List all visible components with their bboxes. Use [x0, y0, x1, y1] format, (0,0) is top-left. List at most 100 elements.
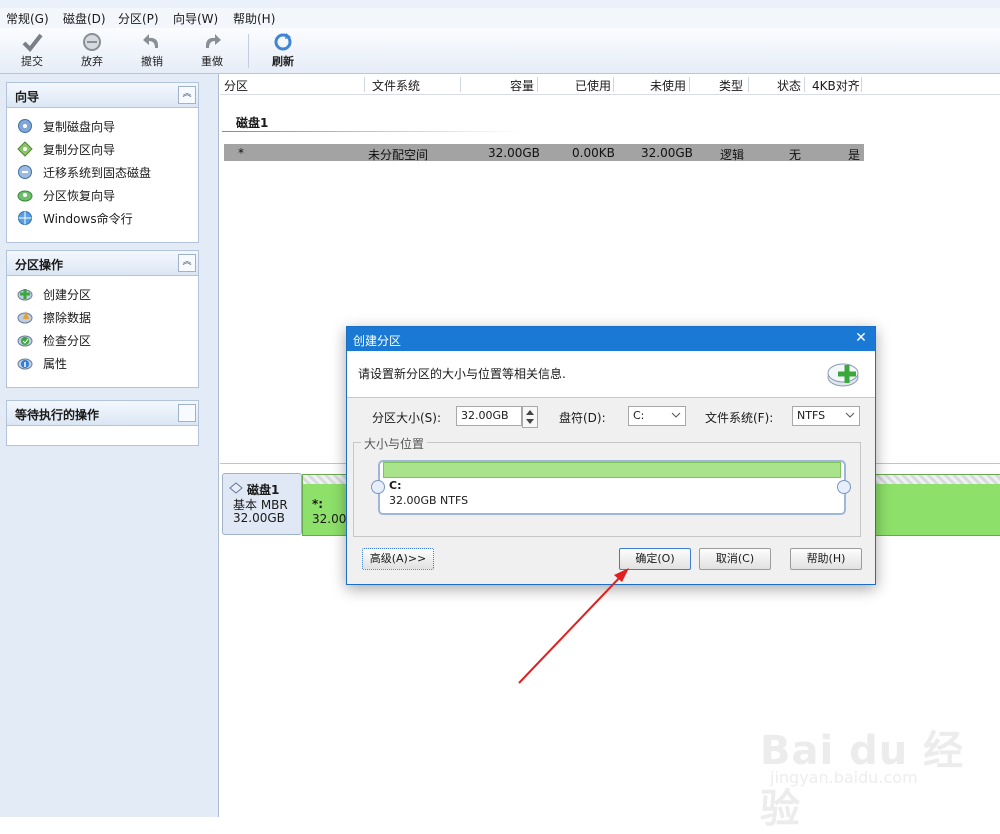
- column-divider: [689, 77, 690, 92]
- undo-label: 撤销: [141, 55, 163, 68]
- cancel-button[interactable]: 取消(C): [699, 548, 771, 570]
- col-4k-align[interactable]: 4KB对齐: [812, 77, 860, 94]
- redo-label: 重做: [201, 55, 223, 68]
- redo-icon: [205, 34, 221, 48]
- collapse-icon[interactable]: [178, 404, 196, 422]
- size-label: 分区大小(S):: [372, 411, 442, 425]
- partition-name: C:: [389, 479, 402, 492]
- toolbar: 提交 放弃 撤销 重做 刷新: [0, 28, 1000, 74]
- partition-fill-bar: [383, 462, 841, 478]
- copy-disk-icon: [18, 119, 32, 133]
- undo-icon: [143, 34, 159, 48]
- check-partition-icon: [17, 335, 33, 347]
- wizard-partition-recovery-label: 分区恢复向导: [43, 189, 116, 203]
- cell-type: 逻辑: [720, 148, 745, 162]
- discard-icon: [83, 33, 101, 51]
- cell-capacity: 32.00GB: [488, 146, 540, 160]
- op-create-partition-label: 创建分区: [43, 288, 92, 302]
- size-value: 32.00GB: [461, 409, 509, 422]
- col-partition[interactable]: 分区: [224, 77, 248, 94]
- wizard-panel-title: 向导: [15, 90, 40, 104]
- table-row[interactable]: * 未分配空间 32.00GB 0.00KB 32.00GB 逻辑 无 是: [224, 144, 864, 162]
- col-type[interactable]: 类型: [719, 77, 743, 94]
- refresh-icon: [274, 33, 292, 51]
- wizard-migrate-ssd-label: 迁移系统到固态磁盘: [43, 166, 152, 180]
- menu-help[interactable]: 帮助(H): [233, 10, 275, 27]
- col-filesystem[interactable]: 文件系统: [372, 77, 420, 94]
- cell-used: 0.00KB: [572, 146, 615, 160]
- commit-label: 提交: [21, 55, 43, 68]
- size-input[interactable]: 32.00GB: [456, 406, 522, 426]
- dialog-banner: 请设置新分区的大小与位置等相关信息.: [347, 351, 875, 398]
- cell-status: 无: [789, 148, 802, 162]
- disk-size: 32.00GB: [233, 511, 285, 525]
- op-check-partition-label: 检查分区: [43, 334, 92, 348]
- partition-ops-panel-title: 分区操作: [15, 258, 64, 272]
- chevron-down-icon: [845, 412, 855, 418]
- op-wipe-data-label: 擦除数据: [43, 311, 92, 325]
- menu-wizard[interactable]: 向导(W): [173, 10, 218, 27]
- dialog-title-bar[interactable]: 创建分区 ✕: [347, 327, 875, 351]
- col-capacity[interactable]: 容量: [510, 77, 534, 94]
- menu-disk[interactable]: 磁盘(D): [63, 10, 106, 27]
- wizard-copy-disk-label: 复制磁盘向导: [43, 120, 116, 134]
- column-divider: [537, 77, 538, 92]
- filesystem-label: 文件系统(F):: [705, 411, 774, 425]
- op-properties-label: 属性: [43, 357, 68, 371]
- disk-info-card[interactable]: 磁盘1 基本 MBR 32.00GB: [222, 473, 302, 535]
- close-icon[interactable]: ✕: [853, 330, 869, 346]
- column-divider: [861, 77, 862, 92]
- menu-general[interactable]: 常规(G): [6, 10, 49, 27]
- filesystem-value: NTFS: [797, 409, 826, 422]
- chevron-down-icon: [671, 412, 681, 418]
- filesystem-select[interactable]: NTFS: [792, 406, 860, 426]
- toolbar-separator: [248, 34, 249, 68]
- col-unused[interactable]: 未使用: [650, 77, 686, 94]
- collapse-icon[interactable]: ︽: [178, 254, 196, 272]
- partition-recovery-icon: [17, 190, 33, 202]
- dialog-title: 创建分区: [353, 334, 402, 348]
- left-sidebar: 向导 ︽ 复制磁盘向导 复制分区向导 迁移系统到固态磁盘 分区恢复向导 Wind…: [0, 74, 219, 817]
- column-divider: [460, 77, 461, 92]
- size-spinner[interactable]: [522, 406, 538, 428]
- checkmark-icon: [22, 33, 43, 52]
- menu-bar: 常规(G) 磁盘(D) 分区(P) 向导(W) 帮助(H): [0, 8, 1000, 28]
- refresh-button[interactable]: 刷新: [261, 30, 305, 70]
- create-partition-icon: [827, 363, 859, 387]
- undo-button[interactable]: 撤销: [130, 30, 174, 70]
- annotation-arrow: [518, 568, 629, 684]
- pending-ops-panel-title: 等待执行的操作: [15, 408, 100, 422]
- redo-button[interactable]: 重做: [190, 30, 234, 70]
- wizard-windows-cmd-label: Windows命令行: [43, 212, 133, 226]
- cell-filesystem: 未分配空间: [368, 148, 429, 162]
- right-resize-handle[interactable]: [837, 480, 851, 494]
- info-icon: [17, 358, 33, 370]
- discard-button[interactable]: 放弃: [70, 30, 114, 70]
- partition-ops-panel-header: 分区操作 ︽: [7, 251, 198, 276]
- create-partition-icon: [17, 289, 33, 301]
- col-status[interactable]: 状态: [777, 77, 801, 94]
- drive-select[interactable]: C:: [628, 406, 686, 426]
- commit-button[interactable]: 提交: [10, 30, 54, 70]
- column-divider: [804, 77, 805, 92]
- copy-partition-icon: [17, 141, 33, 157]
- size-position-group-label: 大小与位置: [361, 435, 428, 452]
- partition-info: 32.00GB NTFS: [389, 494, 469, 507]
- refresh-label: 刷新: [272, 55, 294, 68]
- cell-partition: *: [238, 146, 244, 160]
- partition-table-header: 分区 文件系统 容量 已使用 未使用 类型 状态 4KB对齐: [220, 75, 1000, 95]
- window-title-bar: [0, 0, 1000, 8]
- disk-group-label: 磁盘1: [236, 116, 269, 130]
- baidu-watermark-url: jingyan.baidu.com: [770, 768, 918, 787]
- globe-icon: [18, 211, 32, 225]
- advanced-button[interactable]: 高级(A)>>: [362, 548, 434, 570]
- col-used[interactable]: 已使用: [575, 77, 611, 94]
- collapse-icon[interactable]: ︽: [178, 86, 196, 104]
- wizard-panel-header: 向导 ︽: [7, 83, 198, 108]
- column-divider: [613, 77, 614, 92]
- help-button[interactable]: 帮助(H): [790, 548, 862, 570]
- menu-partition[interactable]: 分区(P): [118, 10, 159, 27]
- cell-unused: 32.00GB: [641, 146, 693, 160]
- left-resize-handle[interactable]: [371, 480, 385, 494]
- create-partition-dialog: 创建分区 ✕ 请设置新分区的大小与位置等相关信息. 分区大小(S): 32.00…: [346, 326, 876, 585]
